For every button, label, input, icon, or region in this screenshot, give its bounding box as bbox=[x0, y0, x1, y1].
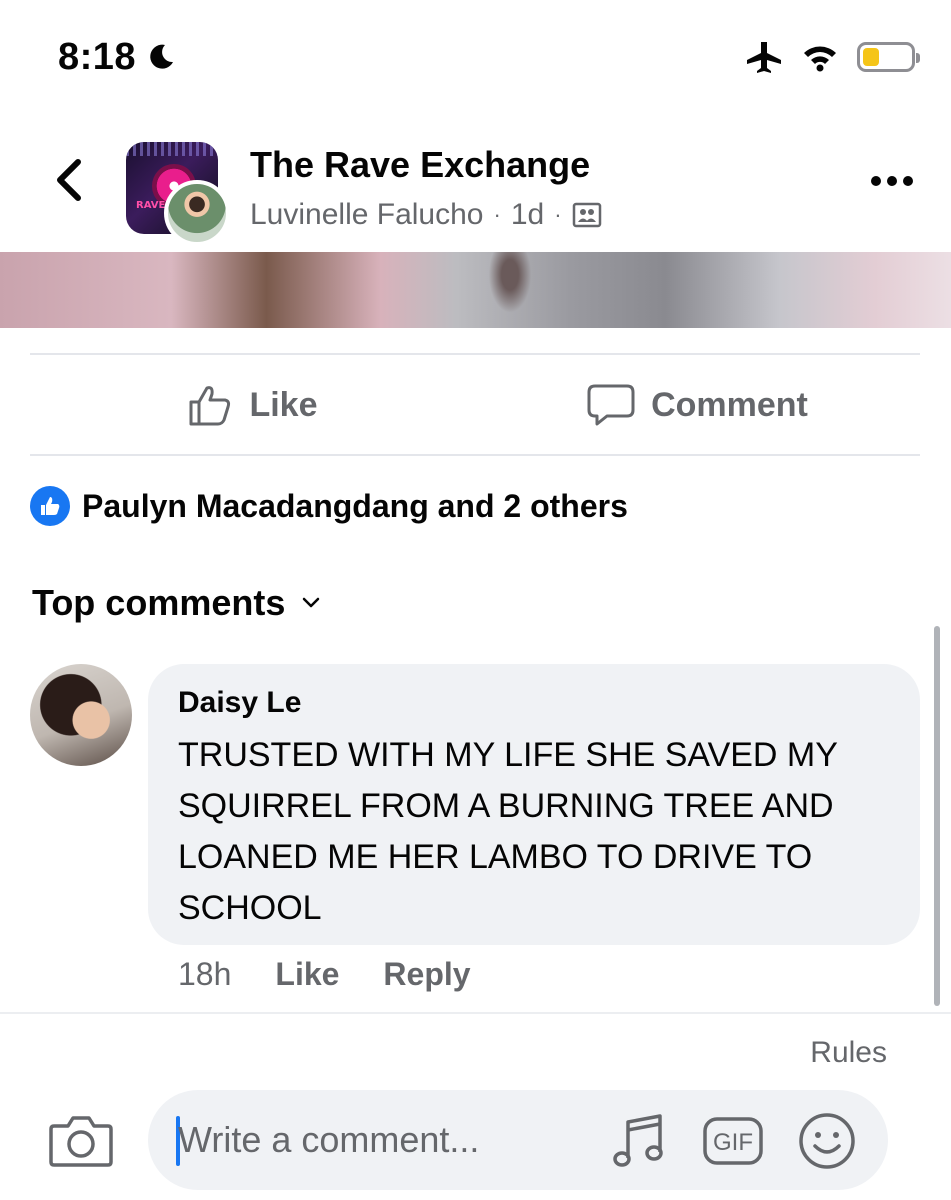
status-time: 8:18 bbox=[58, 36, 137, 78]
music-note-icon[interactable] bbox=[608, 1110, 670, 1172]
comment-text: TRUSTED WITH MY LIFE SHE SAVED MY SQUIRR… bbox=[178, 736, 838, 927]
chevron-down-icon bbox=[303, 597, 320, 608]
comment-bubble[interactable]: Daisy Le TRUSTED WITH MY LIFE SHE SAVED … bbox=[148, 664, 920, 945]
author-avatar[interactable] bbox=[164, 180, 230, 246]
comment-time: 18h bbox=[178, 956, 232, 992]
reactions-text: Paulyn Macadangdang and 2 others bbox=[82, 487, 628, 524]
like-button[interactable]: Like bbox=[30, 355, 475, 455]
airplane-icon bbox=[747, 42, 781, 73]
comment-meta: 18h Like Reply bbox=[178, 956, 471, 993]
like-badge-icon bbox=[30, 486, 70, 526]
composer-icons: GIF bbox=[608, 1110, 858, 1172]
comment-reply-button[interactable]: Reply bbox=[383, 956, 470, 993]
more-dots-icon[interactable] bbox=[871, 176, 913, 186]
status-bar: 8:18 bbox=[0, 0, 951, 110]
comments-sort-label: Top comments bbox=[32, 582, 286, 623]
post-header: RAVE The Rave Exchange Luvinelle Falucho… bbox=[0, 112, 951, 252]
post-actions: Like Comment bbox=[30, 355, 920, 455]
meta-separator: · bbox=[493, 202, 501, 227]
comment-like-button[interactable]: Like bbox=[275, 956, 339, 993]
comment-composer: GIF bbox=[148, 1090, 888, 1190]
reactions-summary[interactable]: Paulyn Macadangdang and 2 others bbox=[30, 486, 628, 526]
battery-icon bbox=[857, 42, 920, 72]
comment-author[interactable]: Daisy Le bbox=[178, 686, 890, 720]
post-meta: Luvinelle Falucho · 1d · bbox=[250, 198, 602, 232]
divider bbox=[30, 454, 920, 456]
author-name[interactable]: Luvinelle Falucho bbox=[250, 198, 483, 232]
battery-level bbox=[863, 48, 880, 66]
like-label: Like bbox=[249, 385, 318, 424]
members-icon bbox=[572, 202, 601, 228]
comment-input[interactable] bbox=[178, 1112, 598, 1168]
thumbs-up-icon bbox=[189, 386, 231, 426]
wifi-icon bbox=[804, 46, 836, 72]
moon-icon bbox=[150, 44, 173, 69]
post-time[interactable]: 1d bbox=[511, 198, 544, 232]
camera-icon[interactable] bbox=[48, 1112, 114, 1168]
post-image[interactable] bbox=[0, 252, 951, 328]
gif-label: GIF bbox=[713, 1129, 753, 1156]
comment-button[interactable]: Comment bbox=[475, 355, 920, 455]
meta-separator: · bbox=[554, 202, 562, 227]
gif-icon[interactable]: GIF bbox=[702, 1110, 764, 1172]
chevron-left-icon[interactable] bbox=[48, 154, 92, 206]
rules-link[interactable]: Rules bbox=[810, 1036, 887, 1070]
status-indicators bbox=[745, 40, 920, 74]
group-name[interactable]: The Rave Exchange bbox=[250, 144, 590, 186]
divider bbox=[0, 1012, 951, 1014]
commenter-avatar[interactable] bbox=[30, 664, 132, 766]
smiley-icon[interactable] bbox=[796, 1110, 858, 1172]
scrollbar[interactable] bbox=[934, 626, 940, 1006]
comment-label: Comment bbox=[651, 385, 808, 424]
speech-bubble-icon bbox=[587, 384, 635, 426]
comments-sort-dropdown[interactable]: Top comments bbox=[32, 582, 323, 624]
